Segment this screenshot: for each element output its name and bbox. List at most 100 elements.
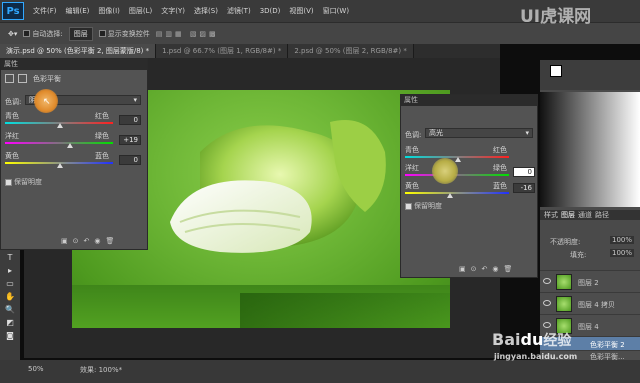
panel-title-right: 属性: [401, 95, 537, 106]
magenta-label-right: 洋红: [405, 164, 419, 172]
menu-view[interactable]: 视图(V): [289, 6, 313, 16]
magenta-green-value-right[interactable]: 0: [513, 167, 535, 177]
photoshop-logo: Ps: [2, 2, 24, 20]
tab-channels[interactable]: 通道: [578, 210, 592, 220]
yellow-blue-value-right[interactable]: -16: [513, 183, 535, 193]
layer-name: 色彩平衡 2: [590, 341, 625, 349]
panel-footer-icons-right[interactable]: ▣⊙↶◉🗑: [459, 265, 517, 273]
auto-select-dropdown[interactable]: 图层: [68, 26, 93, 41]
yellow-blue-thumb[interactable]: [57, 163, 63, 168]
opacity-value[interactable]: 100%: [610, 236, 635, 244]
menu-layer[interactable]: 图层(L): [129, 6, 152, 16]
layer-thumbnail: [556, 274, 572, 290]
layers-tabs: 样式 图层 通道 路径: [540, 210, 640, 220]
visibility-eye-icon[interactable]: [543, 300, 551, 306]
path-select-icon[interactable]: ▸: [4, 266, 16, 276]
auto-select-checkbox[interactable]: 自动选择:: [23, 29, 63, 39]
auto-select-label: 自动选择:: [32, 29, 63, 38]
menu-select[interactable]: 选择(S): [194, 6, 218, 16]
tone-label-right: 色调:: [405, 131, 422, 139]
menu-image[interactable]: 图像(I): [98, 6, 120, 16]
menu-edit[interactable]: 编辑(E): [66, 6, 90, 16]
tab-paths[interactable]: 路径: [595, 210, 609, 220]
visibility-eye-icon[interactable]: [543, 278, 551, 284]
watermark-top: UI虎课网: [520, 7, 592, 27]
magenta-label: 洋红: [5, 132, 19, 140]
cyan-red-thumb-right[interactable]: [455, 157, 461, 162]
yellow-blue-slider-right[interactable]: [405, 192, 509, 194]
blue-label: 蓝色: [95, 152, 109, 160]
cyan-label-right: 青色: [405, 146, 419, 154]
status-bar: 50% 效果: 100%*: [0, 360, 640, 383]
cursor-highlight-right: [432, 158, 458, 184]
preserve-luminosity-label: 保留明度: [14, 178, 42, 186]
properties-panel-right: 属性 色调: 高光 ▾ 青色 红色 洋红 绿色 0 黄色 蓝色 -16 保留明度 …: [400, 94, 538, 278]
magenta-green-slider[interactable]: [5, 142, 113, 144]
tone-label: 色调:: [5, 98, 22, 106]
fill-value[interactable]: 100%: [610, 249, 635, 257]
tools-panel: T ▸ ▭ ✋ 🔍 ◩ ◙: [0, 250, 20, 360]
tab-file-2[interactable]: 2.psd @ 50% (图层 2, RGB/8#) *: [288, 44, 414, 58]
yellow-blue-thumb-right[interactable]: [447, 193, 453, 198]
menu-filter[interactable]: 滤镜(T): [227, 6, 251, 16]
color-panel: [540, 60, 640, 90]
panel-footer-icons[interactable]: ▣⊙↶◉🗑: [61, 237, 119, 245]
balance-icon: [5, 74, 14, 83]
status-info: 效果: 100%*: [80, 366, 123, 374]
layer-item[interactable]: 图层 4 拷贝: [540, 292, 640, 314]
cursor-icon: ↖: [43, 97, 51, 107]
panel-title: 属性: [1, 59, 147, 70]
tone-dropdown-right[interactable]: 高光 ▾: [425, 128, 533, 138]
menu-window[interactable]: 窗口(W): [323, 6, 349, 16]
type-tool-icon[interactable]: T: [4, 253, 16, 263]
quick-mask-icon[interactable]: ◙: [4, 331, 16, 341]
menu-3d[interactable]: 3D(D): [260, 7, 281, 15]
menu-file[interactable]: 文件(F): [33, 6, 57, 16]
zoom-tool-icon[interactable]: 🔍: [4, 305, 16, 315]
move-tool-icon[interactable]: ✥▾: [8, 30, 17, 38]
magenta-green-thumb[interactable]: [67, 143, 73, 148]
layer-thumbnail: [556, 296, 572, 312]
tab-styles[interactable]: 样式: [544, 210, 558, 220]
layer-name: 图层 2: [578, 279, 599, 287]
visibility-eye-icon[interactable]: [543, 322, 551, 328]
mask-icon[interactable]: [18, 74, 27, 83]
foreground-background-icon[interactable]: ◩: [4, 318, 16, 328]
canvas-shadow: [240, 293, 450, 328]
fill-label: 填充:: [570, 251, 587, 259]
zoom-level[interactable]: 50%: [28, 365, 44, 373]
tone-value-right: 高光: [429, 129, 443, 137]
cyan-red-thumb[interactable]: [57, 123, 63, 128]
opacity-label: 不透明度:: [550, 238, 581, 246]
tab-layers[interactable]: 图层: [561, 210, 575, 220]
hand-tool-icon[interactable]: ✋: [4, 292, 16, 302]
watermark-url: jingyan.baidu.com: [494, 352, 578, 361]
adjustment-title: 色彩平衡: [33, 75, 61, 83]
tab-file-1[interactable]: 1.psd @ 66.7% (图层 1, RGB/8#) *: [156, 44, 289, 58]
cyan-label: 青色: [5, 112, 19, 120]
preserve-luminosity-label-right: 保留明度: [414, 202, 442, 210]
layer-name: 图层 4 拷贝: [578, 301, 615, 309]
preserve-luminosity-checkbox[interactable]: 保留明度: [5, 177, 42, 187]
properties-panel-left: 属性 色彩平衡 色调: 阴影▾ 青色 红色 0 洋红 绿色 +19 黄色 蓝色 …: [0, 58, 148, 250]
tab-demo[interactable]: 演示.psd @ 50% (色彩平衡 2, 图层蒙版/8) *: [0, 44, 157, 58]
gradient-preview: [540, 92, 640, 207]
show-transform-checkbox[interactable]: 显示变换控件: [98, 29, 150, 39]
cyan-red-value[interactable]: 0: [119, 115, 141, 125]
cabbage-image: [170, 120, 386, 253]
layer-item[interactable]: 图层 2: [540, 270, 640, 292]
layer-name: 图层 4: [578, 323, 599, 331]
foreground-swatch[interactable]: [550, 65, 562, 77]
yellow-blue-value[interactable]: 0: [119, 155, 141, 165]
menu-type[interactable]: 文字(Y): [161, 6, 185, 16]
watermark-bottom-brand: Baidu经验: [492, 330, 572, 349]
align-icons[interactable]: ▤▥▦ ▧▨▩: [156, 30, 219, 38]
preserve-luminosity-checkbox-right[interactable]: 保留明度: [405, 201, 442, 211]
green-label-right: 绿色: [493, 164, 507, 172]
document-tabs: 演示.psd @ 50% (色彩平衡 2, 图层蒙版/8) * 1.psd @ …: [0, 44, 500, 58]
magenta-green-value[interactable]: +19: [119, 135, 141, 145]
blue-label-right: 蓝色: [493, 182, 507, 190]
adjustment-icons: [5, 74, 31, 85]
red-label: 红色: [95, 112, 109, 120]
shape-tool-icon[interactable]: ▭: [4, 279, 16, 289]
